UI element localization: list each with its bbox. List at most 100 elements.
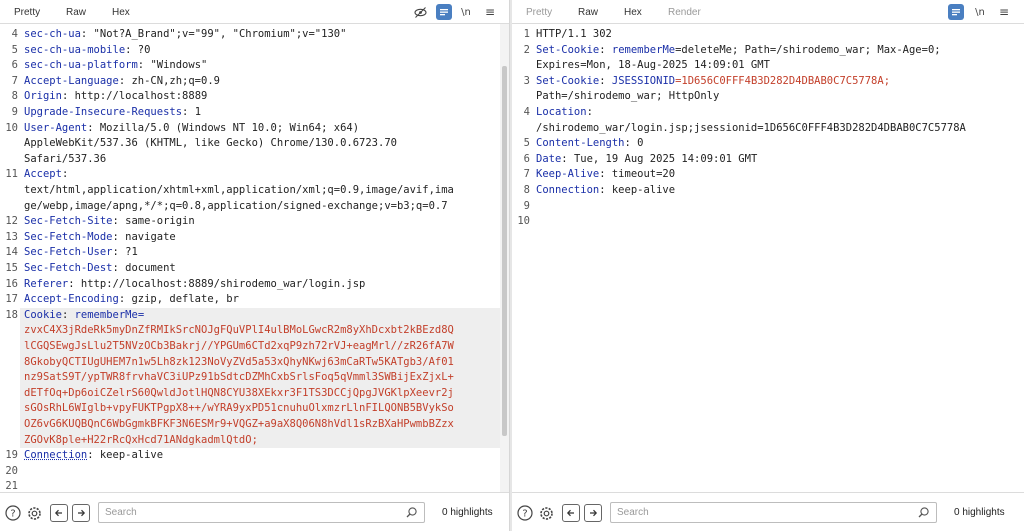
header-value: : "Windows" xyxy=(137,59,208,72)
code-line: Origin: http://localhost:8889 xyxy=(24,89,207,105)
header-name: Location xyxy=(536,106,587,118)
cookie-name: rememberMe xyxy=(74,308,138,321)
header-value: : keep-alive xyxy=(599,184,676,196)
request-search-input[interactable]: Search xyxy=(98,502,425,523)
menu-icon[interactable]: ≡ xyxy=(482,4,498,20)
tab-pretty[interactable]: Pretty xyxy=(524,0,554,24)
message-format-icon[interactable] xyxy=(436,4,452,20)
code-line: Referer: http://localhost:8889/shirodemo… xyxy=(24,277,365,293)
request-scrollbar[interactable] xyxy=(500,24,509,492)
hide-nonprintable-icon[interactable] xyxy=(412,4,428,20)
previous-match-button[interactable] xyxy=(562,504,580,522)
line-number: 19 xyxy=(5,449,18,462)
response-tab-bar: Pretty Raw Hex Render \n ≡ xyxy=(512,0,1024,24)
header-value: HTTP/1.1 302 xyxy=(536,28,612,40)
header-name: Accept xyxy=(24,168,62,181)
newline-toggle-button[interactable]: \n xyxy=(972,4,988,20)
header-value: : xyxy=(61,168,69,181)
code-line: Sec-Fetch-Dest: document xyxy=(24,261,176,277)
settings-gear-icon[interactable] xyxy=(25,504,43,522)
cookie-value: =1D656C0FFF4B3D282D4DBAB0C7C5778A; xyxy=(675,74,891,87)
tab-hex[interactable]: Hex xyxy=(622,0,644,24)
code-line: Accept-Language: zh-CN,zh;q=0.9 xyxy=(24,74,220,90)
tab-raw[interactable]: Raw xyxy=(64,0,88,24)
header-name: Sec-Fetch-Mode xyxy=(24,230,113,243)
header-value: : http://localhost:8889 xyxy=(61,90,208,103)
cookie-value-line: sGOsRhL6WIglb+vpyFUKTPgpX8++/wYRA9yxPD51… xyxy=(24,402,454,415)
request-editor[interactable]: 4 sec-ch-ua: "Not?A_Brand";v="99", "Chrom… xyxy=(0,24,500,492)
header-name: Accept-Language xyxy=(24,74,119,87)
line-number: 1 xyxy=(523,28,530,40)
menu-icon[interactable]: ≡ xyxy=(996,4,1012,20)
line-number: 20 xyxy=(5,464,18,477)
svg-text:?: ? xyxy=(10,509,15,520)
code-line: Upgrade-Insecure-Requests: 1 xyxy=(24,105,201,121)
code-line: Sec-Fetch-User: ?1 xyxy=(24,245,138,261)
header-value: : Tue, 19 Aug 2025 14:09:01 GMT xyxy=(561,152,758,165)
header-value: text/html,application/xhtml+xml,applicat… xyxy=(24,184,454,196)
header-value: : timeout=20 xyxy=(599,168,676,181)
help-icon[interactable]: ? xyxy=(516,504,534,522)
code-line: Accept-Encoding: gzip, deflate, br xyxy=(24,292,239,308)
cookie-value-line: dETfOq+Dp6oiCZelrS60QwldJotlHQN8CYU38XEk… xyxy=(24,386,454,399)
code-line: Connection: keep-alive xyxy=(24,448,163,464)
code-line: /shirodemo_war/login.jsp;jsessionid=1D65… xyxy=(536,121,966,137)
request-pane: Pretty Raw Hex \n ≡ 4 sec-ch-ua: "Not?A_B… xyxy=(0,0,509,531)
header-value: : gzip, deflate, br xyxy=(118,293,239,306)
code-line: sec-ch-ua-mobile: ?0 xyxy=(24,43,150,59)
response-editor[interactable]: 1 HTTP/1.1 302 2 Set-Cookie: rememberMe=del… xyxy=(512,24,1024,492)
code-line: Set-Cookie: rememberMe=deleteMe; Path=/s… xyxy=(536,43,941,59)
cookie-value-line: OZ6vG6KUQBQnC6WbGgmkBFKF3N6ESMr9+VQGZ+a9… xyxy=(24,418,454,430)
tab-raw[interactable]: Raw xyxy=(576,0,600,24)
line-number: 17 xyxy=(5,293,18,306)
search-icon xyxy=(917,506,930,519)
header-value: : ?0 xyxy=(125,43,151,56)
tab-hex[interactable]: Hex xyxy=(110,0,132,24)
header-value: Path=/shirodemo_war; HttpOnly xyxy=(536,90,720,103)
code-line: Content-Length: 0 xyxy=(536,136,643,152)
line-number: 5 xyxy=(523,137,530,150)
line-number: 9 xyxy=(523,199,530,212)
line-number: 6 xyxy=(11,59,18,72)
help-icon[interactable]: ? xyxy=(4,504,22,522)
highlights-count: 0 highlights xyxy=(442,507,493,518)
response-search-input[interactable]: Search xyxy=(610,502,937,523)
header-name: Sec-Fetch-Site xyxy=(24,215,113,228)
line-number: 7 xyxy=(11,74,18,87)
header-name: Keep-Alive xyxy=(536,168,600,181)
previous-match-button[interactable] xyxy=(50,504,68,522)
tab-pretty[interactable]: Pretty xyxy=(12,0,42,24)
message-format-icon[interactable] xyxy=(948,4,964,20)
cookie-value-line: ZGOvK8ple+H22rRcQxHcd71ANdgkadmlQtdO; xyxy=(24,433,258,446)
next-match-button[interactable] xyxy=(584,504,602,522)
header-name: Accept-Encoding xyxy=(24,293,119,306)
header-value: : xyxy=(599,74,612,87)
header-name: Content-Length xyxy=(536,137,625,150)
newline-toggle-button[interactable]: \n xyxy=(458,4,474,20)
settings-gear-icon[interactable] xyxy=(537,504,555,522)
line-number: 15 xyxy=(5,262,18,274)
code-line: sec-ch-ua-platform: "Windows" xyxy=(24,58,207,74)
cookie-value-line: zvxC4X3jRdeRk5myDnZfRMIkSrcNOJgFQuVPlI4u… xyxy=(24,324,454,337)
search-placeholder: Search xyxy=(617,507,649,518)
next-match-button[interactable] xyxy=(72,504,90,522)
line-number: 12 xyxy=(5,215,18,228)
header-value: /shirodemo_war/login.jsp;jsessionid=1D65… xyxy=(536,121,966,134)
header-value: : zh-CN,zh;q=0.9 xyxy=(118,74,220,87)
line-number: 14 xyxy=(5,246,18,259)
header-name: sec-ch-ua-mobile xyxy=(24,43,126,56)
header-name: sec-ch-ua xyxy=(24,28,81,40)
header-value: : Mozilla/5.0 (Windows NT 10.0; Win64; x… xyxy=(87,121,360,134)
header-value: : 1 xyxy=(182,106,202,118)
cookie-name: rememberMe xyxy=(611,43,676,56)
separator: : xyxy=(61,308,75,321)
tab-render[interactable]: Render xyxy=(666,0,703,24)
code-line: User-Agent: Mozilla/5.0 (Windows NT 10.0… xyxy=(24,121,359,137)
header-name: Connection xyxy=(24,449,88,462)
cookie-value: =deleteMe; Path=/shirodemo_war; Max-Age=… xyxy=(675,43,941,56)
request-scroll-thumb[interactable] xyxy=(502,66,507,436)
line-number: 2 xyxy=(523,43,530,56)
header-value: ge/webp,image/apng,*/*;q=0.8,application… xyxy=(24,199,448,212)
line-number: 4 xyxy=(523,106,530,118)
line-number: 11 xyxy=(5,168,18,181)
